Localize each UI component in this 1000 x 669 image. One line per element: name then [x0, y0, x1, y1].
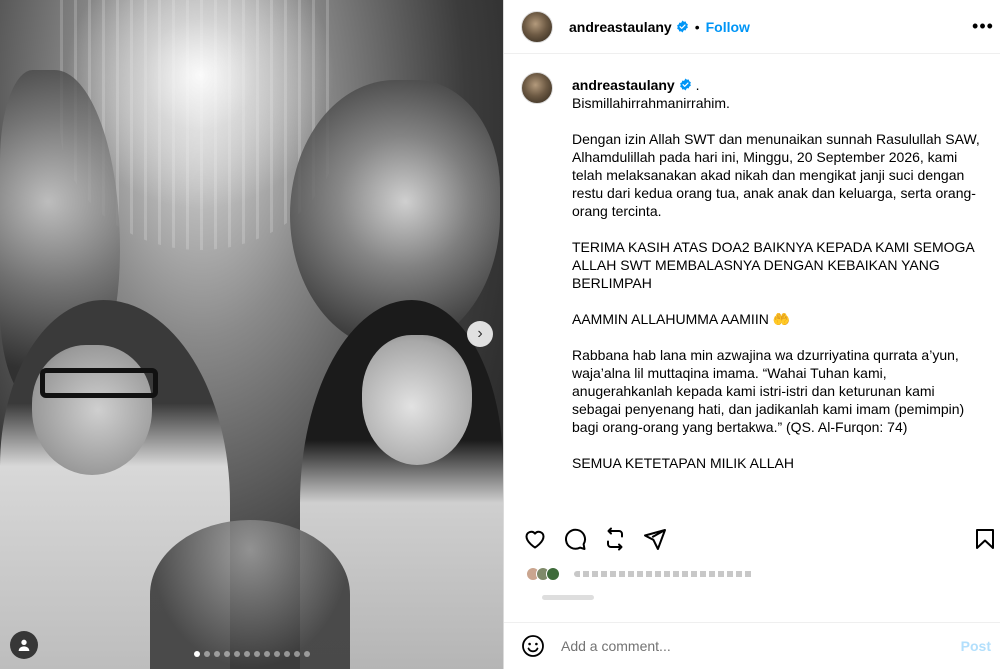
post-timestamp-blurred [542, 595, 594, 600]
carousel-dot [203, 651, 210, 657]
caption-paragraph: Bismillahirrahmanirrahim. [572, 95, 730, 111]
caption-paragraph: Rabbana hab lana min azwajina wa dzurriy… [572, 347, 965, 435]
caption-paragraph: SEMUA KETETAPAN MILIK ALLAH [572, 455, 794, 471]
groom-face [32, 345, 152, 475]
emoji-icon[interactable] [521, 634, 545, 658]
flower-arrangement-foreground [150, 520, 350, 669]
save-button[interactable] [971, 525, 999, 553]
caption-paragraph: Dengan izin Allah SWT dan menunaikan sun… [572, 131, 980, 219]
carousel-next-button[interactable]: › [467, 321, 493, 347]
carousel-dot [193, 651, 200, 657]
comment-input[interactable] [561, 638, 931, 654]
action-bar [521, 525, 994, 553]
carousel-indicator [0, 651, 503, 657]
carousel-dot [243, 651, 250, 657]
carousel-dot [213, 651, 220, 657]
comment-icon [565, 528, 586, 550]
author-avatar[interactable] [521, 10, 553, 43]
caption-paragraph: AAMMIN ALLAHUMMA AAMIIN 🤲 [572, 311, 791, 327]
verified-badge-icon [676, 20, 688, 33]
author-username[interactable]: andreastaulany [569, 19, 672, 35]
caption-text: andreastaulany . Bismillahirrahmanirrahi… [572, 76, 982, 472]
post-header: andreastaulany • Follow ••• [504, 0, 1000, 54]
chevron-right-icon: › [477, 325, 483, 342]
carousel-dot [273, 651, 280, 657]
carousel-dot [223, 651, 230, 657]
follow-button[interactable]: Follow [706, 19, 750, 35]
more-icon: ••• [972, 15, 994, 36]
carousel-dot [253, 651, 260, 657]
carousel-dot [233, 651, 240, 657]
liker-avatar [546, 567, 560, 581]
bookmark-icon [976, 529, 994, 549]
post-detail-panel: andreastaulany • Follow ••• andreastaula… [503, 0, 1000, 669]
repost-icon [607, 527, 623, 551]
repost-button[interactable] [601, 525, 629, 553]
caption-author-username[interactable]: andreastaulany [572, 77, 675, 93]
comment-composer: Post [504, 622, 1000, 669]
caption-author-avatar[interactable] [521, 72, 553, 104]
caption-author-suffix: . [691, 77, 700, 93]
share-button[interactable] [641, 525, 669, 553]
likes-summary[interactable] [526, 567, 754, 581]
heart-icon [525, 530, 545, 549]
carousel-dot [293, 651, 300, 657]
carousel-dot [303, 651, 310, 657]
likes-text-blurred [574, 571, 754, 577]
carousel-dot [283, 651, 290, 657]
verified-badge-icon [679, 78, 691, 91]
comment-button[interactable] [561, 525, 589, 553]
post-comment-button[interactable]: Post [961, 638, 991, 654]
post-photo[interactable]: › [0, 0, 503, 669]
bride-face [362, 335, 472, 465]
caption-paragraph: TERIMA KASIH ATAS DOA2 BAIKNYA KEPADA KA… [572, 239, 974, 291]
share-icon [644, 529, 666, 550]
groom-glasses [40, 368, 158, 398]
more-options-button[interactable]: ••• [971, 14, 995, 38]
carousel-dot [263, 651, 270, 657]
like-button[interactable] [521, 525, 549, 553]
header-separator: • [694, 18, 700, 35]
